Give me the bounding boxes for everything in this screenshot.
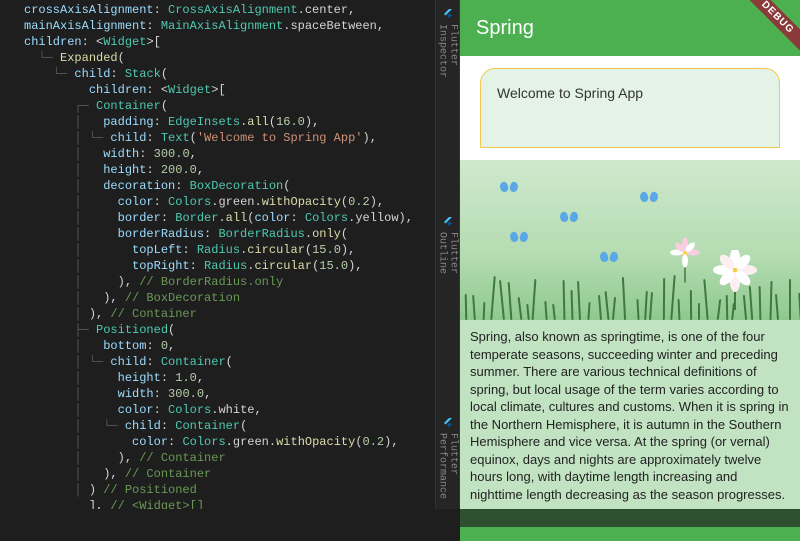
code-line[interactable]: │ ), // BorderRadius.only (24, 274, 455, 290)
code-line[interactable]: children: <Widget>[ (24, 34, 455, 50)
code-line[interactable]: │ width: 300.0, (24, 386, 455, 402)
flutter-icon (442, 216, 454, 228)
code-line[interactable]: │ width: 300.0, (24, 146, 455, 162)
code-line[interactable]: │ height: 1.0, (24, 370, 455, 386)
code-line[interactable]: crossAxisAlignment: CrossAxisAlignment.c… (24, 2, 455, 18)
butterfly-icon (510, 230, 528, 244)
spring-section: // grass blades (function(){ var img=doc… (460, 160, 800, 541)
app-bar: Spring (460, 0, 800, 56)
code-line[interactable]: │ color: Colors.white, (24, 402, 455, 418)
tab-label: Flutter Inspector (437, 24, 459, 88)
butterfly-icon (560, 210, 578, 224)
tab-flutter-performance[interactable]: Flutter Performance (434, 413, 460, 510)
code-line[interactable]: └─ child: Stack( (24, 66, 455, 82)
butterfly-icon (500, 180, 518, 194)
code-line[interactable]: mainAxisAlignment: MainAxisAlignment.spa… (24, 18, 455, 34)
code-line[interactable]: │ topRight: Radius.circular(15.0), (24, 258, 455, 274)
code-line[interactable]: │ └─ child: Container( (24, 354, 455, 370)
welcome-card: Welcome to Spring App (480, 68, 780, 148)
code-line[interactable]: │ ) // Positioned (24, 482, 455, 498)
code-line[interactable]: │ height: 200.0, (24, 162, 455, 178)
code-line[interactable]: │ border: Border.all(color: Colors.yello… (24, 210, 455, 226)
code-line[interactable]: │ decoration: BoxDecoration( (24, 178, 455, 194)
welcome-text: Welcome to Spring App (497, 85, 643, 101)
code-line[interactable]: │ ), // Container (24, 450, 455, 466)
code-line[interactable]: │ └─ child: Text('Welcome to Spring App'… (24, 130, 455, 146)
flower-icon (666, 238, 704, 283)
code-line[interactable]: │ padding: EdgeInsets.all(16.0), (24, 114, 455, 130)
spring-image: // grass blades (function(){ var img=doc… (460, 160, 800, 320)
code-line[interactable]: │ color: Colors.green.withOpacity(0.2), (24, 434, 455, 450)
code-line[interactable]: │ bottom: 0, (24, 338, 455, 354)
code-line[interactable]: │ └─ child: Container( (24, 418, 455, 434)
device-preview: DEBUG Spring Welcome to Spring App (459, 0, 800, 509)
code-line[interactable]: ├─ Positioned( (24, 322, 455, 338)
app-bar-title: Spring (476, 17, 534, 40)
code-line[interactable]: │ ), // Container (24, 306, 455, 322)
bottom-strip (460, 527, 800, 541)
butterfly-icon (640, 190, 658, 204)
code-line[interactable]: │ color: Colors.green.withOpacity(0.2), (24, 194, 455, 210)
tab-flutter-inspector[interactable]: Flutter Inspector (434, 4, 460, 92)
flutter-icon (442, 417, 454, 429)
flutter-icon (442, 8, 454, 20)
code-line[interactable]: │ ), // BoxDecoration (24, 290, 455, 306)
flower-icon (710, 250, 760, 310)
app-body: Welcome to Spring App (460, 68, 800, 541)
code-line[interactable]: └─ Expanded( (24, 50, 455, 66)
tab-label: Flutter Performance (437, 433, 459, 506)
code-line[interactable]: ], // <Widget>[] (24, 498, 455, 509)
tab-flutter-outline[interactable]: Flutter Outline (434, 212, 460, 292)
code-line[interactable]: │ topLeft: Radius.circular(15.0), (24, 242, 455, 258)
tool-window-tabs: Flutter Inspector Flutter Outline Flutte… (435, 0, 459, 509)
code-line[interactable]: │ borderRadius: BorderRadius.only( (24, 226, 455, 242)
code-line[interactable]: │ ), // Container (24, 466, 455, 482)
code-line[interactable]: ┌─ Container( (24, 98, 455, 114)
code-editor[interactable]: crossAxisAlignment: CrossAxisAlignment.c… (0, 0, 459, 509)
butterfly-icon (600, 250, 618, 264)
code-line[interactable]: children: <Widget>[ (24, 82, 455, 98)
tab-label: Flutter Outline (437, 232, 459, 288)
spring-paragraph: Spring, also known as springtime, is one… (460, 320, 800, 519)
